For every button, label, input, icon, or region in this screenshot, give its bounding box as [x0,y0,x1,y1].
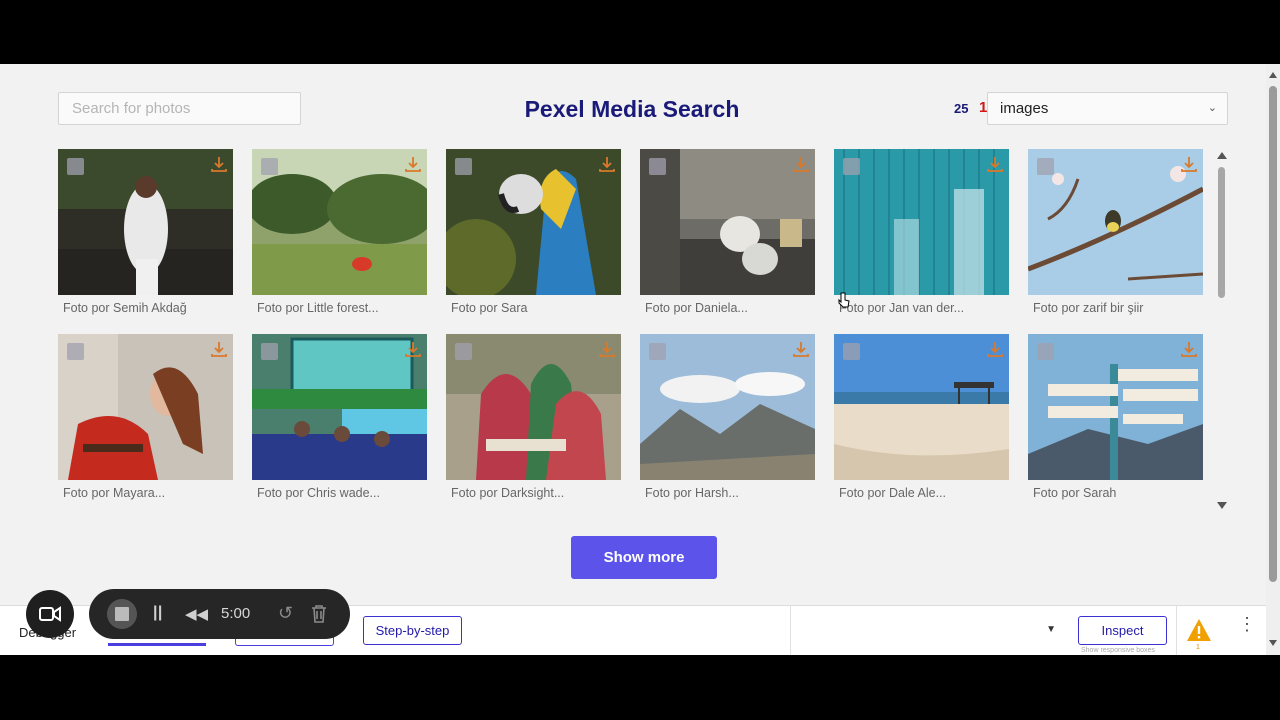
step-by-step-button[interactable]: Step-by-step [363,616,462,645]
photo-thumbnail[interactable] [1028,334,1203,480]
stop-icon[interactable] [107,599,137,629]
photo-caption: Foto por Dale Ale... [839,486,947,500]
download-icon[interactable] [210,340,228,358]
media-type-value: images [1000,100,1049,117]
scroll-thumb[interactable] [1269,86,1277,582]
photo-card[interactable]: Foto por Chris wade... [252,334,427,504]
photo-caption: Foto por Harsh... [645,486,739,500]
download-icon[interactable] [404,155,422,173]
letterbox-bottom [0,655,1280,720]
select-checkbox[interactable] [67,158,84,175]
chevron-down-icon: ⌄ [1207,102,1217,114]
select-checkbox[interactable] [1037,158,1054,175]
download-icon[interactable] [1180,340,1198,358]
photo-card[interactable]: Foto por Harsh... [640,334,815,504]
download-icon[interactable] [598,155,616,173]
select-checkbox[interactable] [455,158,472,175]
warning-count: 1 [1196,644,1200,651]
select-checkbox[interactable] [843,343,860,360]
photo-thumbnail[interactable] [834,334,1009,480]
scroll-down-icon[interactable] [1269,640,1277,646]
scroll-down-icon[interactable] [1217,502,1227,509]
hand-cursor-icon [838,292,850,308]
photo-card[interactable]: Foto por Little forest... [252,149,427,319]
recorder-toolbar: | | ◀◀ 5:00 ↺ [89,589,350,639]
select-checkbox[interactable] [67,343,84,360]
letterbox-top [0,0,1280,64]
photo-caption: Foto por Darksight... [451,486,565,500]
photo-thumbnail[interactable] [640,149,815,295]
select-checkbox[interactable] [649,158,666,175]
media-type-select[interactable]: images ⌄ [987,92,1228,125]
select-checkbox[interactable] [649,343,666,360]
show-more-button[interactable]: Show more [571,536,717,579]
select-checkbox[interactable] [261,343,278,360]
photo-caption: Foto por Sara [451,301,528,315]
download-icon[interactable] [404,340,422,358]
restart-icon[interactable]: ↺ [278,603,293,624]
page-title: Pexel Media Search [524,96,740,122]
rewind-icon[interactable]: ◀◀ [185,605,208,623]
select-checkbox[interactable] [261,158,278,175]
app-window: Pexel Media Search 25 1 images ⌄ Foto po… [0,64,1266,605]
photo-card[interactable]: Foto por Sara [446,149,621,319]
photo-thumbnail[interactable] [446,334,621,480]
download-icon[interactable] [986,155,1004,173]
photo-caption: Foto por Jan van der... [839,301,965,315]
scroll-up-icon[interactable] [1217,152,1227,159]
download-icon[interactable] [598,340,616,358]
photo-card[interactable]: Foto por Jan van der... [834,149,1009,319]
photo-thumbnail[interactable] [252,334,427,480]
divider [1176,606,1177,656]
photo-grid: Foto por Semih Akdağ Foto por Little for… [58,149,1208,509]
select-checkbox[interactable] [843,158,860,175]
download-icon[interactable] [986,340,1004,358]
search-input[interactable] [58,92,301,125]
download-icon[interactable] [792,340,810,358]
photo-card[interactable]: Foto por Sarah [1028,334,1203,504]
page-scrollbar[interactable] [1266,64,1280,655]
photo-card[interactable]: Foto por Daniela... [640,149,815,319]
photo-thumbnail[interactable] [252,149,427,295]
photo-card[interactable]: Foto por Mayara... [58,334,233,504]
scroll-up-icon[interactable] [1269,72,1277,78]
photo-thumbnail[interactable] [446,149,621,295]
divider [790,606,791,656]
photo-caption: Foto por Mayara... [63,486,166,500]
photo-thumbnail[interactable] [1028,149,1203,295]
photo-thumbnail[interactable] [58,149,233,295]
photo-caption: Foto por zarif bir şiir [1033,301,1144,315]
photo-card[interactable]: Foto por Semih Akdağ [58,149,233,319]
photo-caption: Foto por Chris wade... [257,486,380,500]
photo-card[interactable]: Foto por Darksight... [446,334,621,504]
inspect-button[interactable]: Inspect [1078,616,1167,645]
photo-caption: Foto por Semih Akdağ [63,301,187,315]
photo-card[interactable]: Foto por Dale Ale... [834,334,1009,504]
photo-thumbnail[interactable] [58,334,233,480]
download-icon[interactable] [1180,155,1198,173]
results-count: 25 [954,101,969,116]
select-checkbox[interactable] [1037,343,1054,360]
scroll-thumb[interactable] [1218,167,1225,298]
dropdown-arrow-icon: ▼ [1046,624,1056,635]
photo-caption: Foto por Little forest... [257,301,379,315]
grid-scrollbar[interactable] [1214,149,1228,514]
photo-thumbnail[interactable] [834,149,1009,295]
pause-icon[interactable]: | | [153,604,163,622]
camera-icon[interactable] [26,590,74,638]
inspect-hint: Show responsive boxes [1081,647,1155,654]
photo-caption: Foto por Sarah [1033,486,1117,500]
select-checkbox[interactable] [455,343,472,360]
photo-thumbnail[interactable] [640,334,815,480]
trash-icon[interactable] [310,604,328,624]
warning-icon[interactable] [1186,618,1212,642]
photo-caption: Foto por Daniela... [645,301,748,315]
photo-card[interactable]: Foto por zarif bir şiir [1028,149,1203,319]
recording-timer: 5:00 [221,605,251,622]
download-icon[interactable] [210,155,228,173]
download-icon[interactable] [792,155,810,173]
more-options-icon[interactable]: ⋮ [1238,615,1256,633]
debugger-select[interactable]: ▼ [800,618,1062,644]
